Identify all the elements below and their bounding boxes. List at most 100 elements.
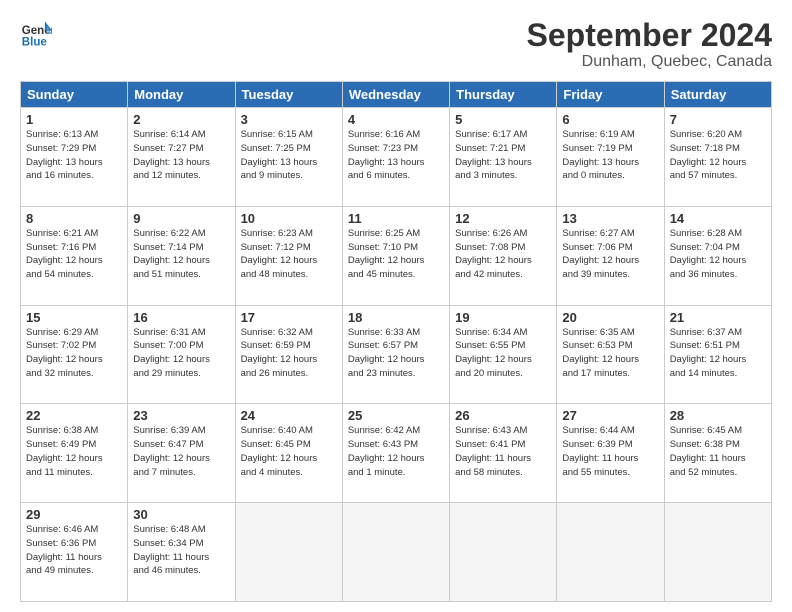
day-cell: 2Sunrise: 6:14 AMSunset: 7:27 PMDaylight… bbox=[128, 108, 235, 207]
day-cell: 15Sunrise: 6:29 AMSunset: 7:02 PMDayligh… bbox=[21, 305, 128, 404]
day-number: 6 bbox=[562, 112, 658, 127]
day-number: 11 bbox=[348, 211, 444, 226]
day-cell: 8Sunrise: 6:21 AMSunset: 7:16 PMDaylight… bbox=[21, 206, 128, 305]
day-info: Sunrise: 6:20 AMSunset: 7:18 PMDaylight:… bbox=[670, 128, 766, 183]
day-cell: 18Sunrise: 6:33 AMSunset: 6:57 PMDayligh… bbox=[342, 305, 449, 404]
day-cell: 13Sunrise: 6:27 AMSunset: 7:06 PMDayligh… bbox=[557, 206, 664, 305]
day-info: Sunrise: 6:37 AMSunset: 6:51 PMDaylight:… bbox=[670, 326, 766, 381]
day-number: 7 bbox=[670, 112, 766, 127]
day-number: 19 bbox=[455, 310, 551, 325]
day-cell: 25Sunrise: 6:42 AMSunset: 6:43 PMDayligh… bbox=[342, 404, 449, 503]
day-cell: 9Sunrise: 6:22 AMSunset: 7:14 PMDaylight… bbox=[128, 206, 235, 305]
day-cell: 26Sunrise: 6:43 AMSunset: 6:41 PMDayligh… bbox=[450, 404, 557, 503]
week-row-2: 8Sunrise: 6:21 AMSunset: 7:16 PMDaylight… bbox=[21, 206, 772, 305]
day-info: Sunrise: 6:22 AMSunset: 7:14 PMDaylight:… bbox=[133, 227, 229, 282]
day-cell: 14Sunrise: 6:28 AMSunset: 7:04 PMDayligh… bbox=[664, 206, 771, 305]
week-row-3: 15Sunrise: 6:29 AMSunset: 7:02 PMDayligh… bbox=[21, 305, 772, 404]
day-number: 10 bbox=[241, 211, 337, 226]
day-info: Sunrise: 6:29 AMSunset: 7:02 PMDaylight:… bbox=[26, 326, 122, 381]
logo-icon: General Blue bbox=[20, 18, 52, 50]
day-info: Sunrise: 6:14 AMSunset: 7:27 PMDaylight:… bbox=[133, 128, 229, 183]
day-info: Sunrise: 6:13 AMSunset: 7:29 PMDaylight:… bbox=[26, 128, 122, 183]
day-cell: 21Sunrise: 6:37 AMSunset: 6:51 PMDayligh… bbox=[664, 305, 771, 404]
day-number: 30 bbox=[133, 507, 229, 522]
day-cell: 27Sunrise: 6:44 AMSunset: 6:39 PMDayligh… bbox=[557, 404, 664, 503]
day-cell: 19Sunrise: 6:34 AMSunset: 6:55 PMDayligh… bbox=[450, 305, 557, 404]
day-cell: 23Sunrise: 6:39 AMSunset: 6:47 PMDayligh… bbox=[128, 404, 235, 503]
day-info: Sunrise: 6:33 AMSunset: 6:57 PMDaylight:… bbox=[348, 326, 444, 381]
col-sunday: Sunday bbox=[21, 82, 128, 108]
day-cell: 11Sunrise: 6:25 AMSunset: 7:10 PMDayligh… bbox=[342, 206, 449, 305]
day-info: Sunrise: 6:40 AMSunset: 6:45 PMDaylight:… bbox=[241, 424, 337, 479]
day-info: Sunrise: 6:35 AMSunset: 6:53 PMDaylight:… bbox=[562, 326, 658, 381]
day-info: Sunrise: 6:16 AMSunset: 7:23 PMDaylight:… bbox=[348, 128, 444, 183]
main-title: September 2024 bbox=[527, 18, 772, 53]
header-row: Sunday Monday Tuesday Wednesday Thursday… bbox=[21, 82, 772, 108]
day-number: 9 bbox=[133, 211, 229, 226]
day-cell: 30Sunrise: 6:48 AMSunset: 6:34 PMDayligh… bbox=[128, 503, 235, 602]
day-cell: 28Sunrise: 6:45 AMSunset: 6:38 PMDayligh… bbox=[664, 404, 771, 503]
day-info: Sunrise: 6:31 AMSunset: 7:00 PMDaylight:… bbox=[133, 326, 229, 381]
day-cell bbox=[664, 503, 771, 602]
day-info: Sunrise: 6:42 AMSunset: 6:43 PMDaylight:… bbox=[348, 424, 444, 479]
day-cell: 5Sunrise: 6:17 AMSunset: 7:21 PMDaylight… bbox=[450, 108, 557, 207]
day-number: 27 bbox=[562, 408, 658, 423]
day-number: 21 bbox=[670, 310, 766, 325]
day-info: Sunrise: 6:27 AMSunset: 7:06 PMDaylight:… bbox=[562, 227, 658, 282]
col-monday: Monday bbox=[128, 82, 235, 108]
day-number: 13 bbox=[562, 211, 658, 226]
day-info: Sunrise: 6:19 AMSunset: 7:19 PMDaylight:… bbox=[562, 128, 658, 183]
title-block: September 2024 Dunham, Quebec, Canada bbox=[527, 18, 772, 71]
day-info: Sunrise: 6:39 AMSunset: 6:47 PMDaylight:… bbox=[133, 424, 229, 479]
col-wednesday: Wednesday bbox=[342, 82, 449, 108]
day-number: 4 bbox=[348, 112, 444, 127]
day-cell: 17Sunrise: 6:32 AMSunset: 6:59 PMDayligh… bbox=[235, 305, 342, 404]
day-cell: 12Sunrise: 6:26 AMSunset: 7:08 PMDayligh… bbox=[450, 206, 557, 305]
col-tuesday: Tuesday bbox=[235, 82, 342, 108]
day-cell: 29Sunrise: 6:46 AMSunset: 6:36 PMDayligh… bbox=[21, 503, 128, 602]
day-cell: 24Sunrise: 6:40 AMSunset: 6:45 PMDayligh… bbox=[235, 404, 342, 503]
col-saturday: Saturday bbox=[664, 82, 771, 108]
day-cell: 3Sunrise: 6:15 AMSunset: 7:25 PMDaylight… bbox=[235, 108, 342, 207]
day-info: Sunrise: 6:38 AMSunset: 6:49 PMDaylight:… bbox=[26, 424, 122, 479]
day-cell: 16Sunrise: 6:31 AMSunset: 7:00 PMDayligh… bbox=[128, 305, 235, 404]
col-thursday: Thursday bbox=[450, 82, 557, 108]
day-cell bbox=[557, 503, 664, 602]
col-friday: Friday bbox=[557, 82, 664, 108]
day-number: 28 bbox=[670, 408, 766, 423]
day-info: Sunrise: 6:26 AMSunset: 7:08 PMDaylight:… bbox=[455, 227, 551, 282]
day-info: Sunrise: 6:43 AMSunset: 6:41 PMDaylight:… bbox=[455, 424, 551, 479]
day-number: 26 bbox=[455, 408, 551, 423]
day-cell: 6Sunrise: 6:19 AMSunset: 7:19 PMDaylight… bbox=[557, 108, 664, 207]
day-number: 16 bbox=[133, 310, 229, 325]
day-number: 14 bbox=[670, 211, 766, 226]
day-number: 1 bbox=[26, 112, 122, 127]
week-row-5: 29Sunrise: 6:46 AMSunset: 6:36 PMDayligh… bbox=[21, 503, 772, 602]
day-info: Sunrise: 6:25 AMSunset: 7:10 PMDaylight:… bbox=[348, 227, 444, 282]
day-info: Sunrise: 6:44 AMSunset: 6:39 PMDaylight:… bbox=[562, 424, 658, 479]
day-number: 24 bbox=[241, 408, 337, 423]
subtitle: Dunham, Quebec, Canada bbox=[527, 53, 772, 71]
day-number: 3 bbox=[241, 112, 337, 127]
day-cell: 1Sunrise: 6:13 AMSunset: 7:29 PMDaylight… bbox=[21, 108, 128, 207]
calendar-table: Sunday Monday Tuesday Wednesday Thursday… bbox=[20, 81, 772, 602]
day-number: 18 bbox=[348, 310, 444, 325]
day-number: 25 bbox=[348, 408, 444, 423]
day-cell bbox=[235, 503, 342, 602]
header: General Blue September 2024 Dunham, Queb… bbox=[20, 18, 772, 71]
day-number: 8 bbox=[26, 211, 122, 226]
day-info: Sunrise: 6:23 AMSunset: 7:12 PMDaylight:… bbox=[241, 227, 337, 282]
day-info: Sunrise: 6:15 AMSunset: 7:25 PMDaylight:… bbox=[241, 128, 337, 183]
day-cell: 4Sunrise: 6:16 AMSunset: 7:23 PMDaylight… bbox=[342, 108, 449, 207]
day-number: 5 bbox=[455, 112, 551, 127]
day-info: Sunrise: 6:46 AMSunset: 6:36 PMDaylight:… bbox=[26, 523, 122, 578]
day-info: Sunrise: 6:32 AMSunset: 6:59 PMDaylight:… bbox=[241, 326, 337, 381]
week-row-4: 22Sunrise: 6:38 AMSunset: 6:49 PMDayligh… bbox=[21, 404, 772, 503]
day-info: Sunrise: 6:48 AMSunset: 6:34 PMDaylight:… bbox=[133, 523, 229, 578]
day-number: 15 bbox=[26, 310, 122, 325]
day-cell: 7Sunrise: 6:20 AMSunset: 7:18 PMDaylight… bbox=[664, 108, 771, 207]
day-number: 12 bbox=[455, 211, 551, 226]
day-number: 2 bbox=[133, 112, 229, 127]
svg-text:Blue: Blue bbox=[22, 37, 48, 49]
day-number: 23 bbox=[133, 408, 229, 423]
